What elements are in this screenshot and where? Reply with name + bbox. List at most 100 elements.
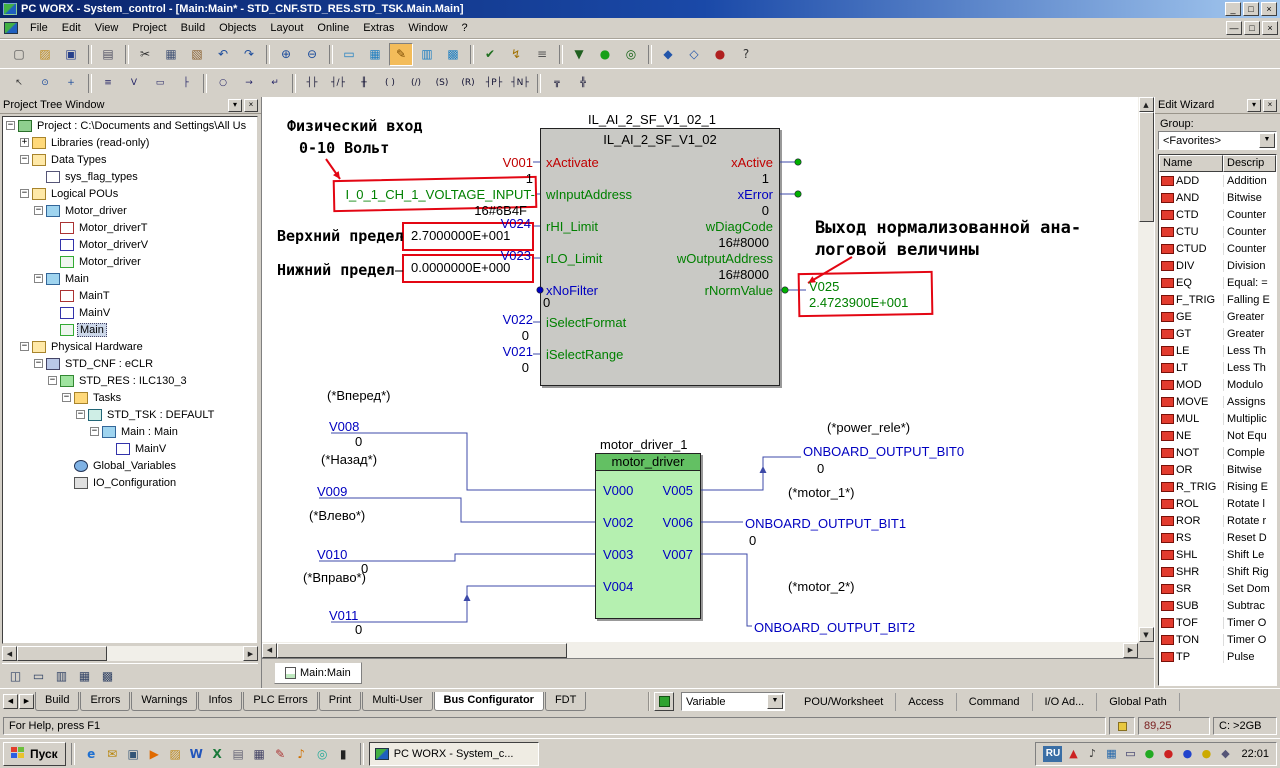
var-input-address[interactable]: I_0_1_CH_1_VOLTAGE_INPUT- [345, 187, 535, 202]
restore-button[interactable]: □ [1243, 2, 1259, 16]
tree-expander-icon[interactable]: − [6, 121, 15, 130]
value-V021[interactable]: 0 [522, 360, 529, 375]
menu-item[interactable]: Build [174, 20, 212, 36]
insert-variable-button[interactable]: V [122, 72, 146, 95]
scroll-up-button[interactable]: ▲ [1139, 97, 1154, 112]
quicklaunch-paint[interactable]: ✎ [271, 744, 290, 763]
quicklaunch-media-player[interactable]: ▶ [145, 744, 164, 763]
tree-node-label[interactable]: Logical POUs [49, 188, 120, 200]
fb-instance-name[interactable]: IL_AI_2_SF_V1_02_1 [588, 112, 716, 127]
ladder-coil-button[interactable]: ( ) [378, 72, 402, 95]
tree-view-datatypes-button[interactable]: ▦ [74, 666, 95, 686]
MUL[interactable]: MUL Multiplic [1159, 410, 1276, 427]
tree-node[interactable]: MainV [3, 304, 257, 321]
mdi-child-icon[interactable] [4, 22, 18, 34]
var-onboard-bit0[interactable]: ONBOARD_OUTPUT_BIT0 [803, 444, 964, 459]
quicklaunch-winamp[interactable]: ♪ [292, 744, 311, 763]
comment-forward[interactable]: (*Вперед*) [327, 388, 390, 403]
comment-power-rele[interactable]: (*power_rele*) [827, 420, 910, 435]
xref-tab[interactable]: Command [957, 693, 1033, 711]
scroll-left-button[interactable]: ◀ [2, 646, 17, 661]
NOT[interactable]: NOT Comple [1159, 444, 1276, 461]
menu-item[interactable]: Objects [212, 20, 263, 36]
tree-node-label[interactable]: sys_flag_types [63, 171, 140, 183]
fb-instance-name-motor[interactable]: motor_driver_1 [600, 437, 687, 452]
tree-node[interactable]: − STD_CNF : eCLR [3, 355, 257, 372]
TP[interactable]: TP Pulse [1159, 648, 1276, 665]
ladder-parallel-contact-button[interactable]: ╫ [352, 72, 376, 95]
SUB[interactable]: SUB Subtrac [1159, 597, 1276, 614]
var-V024[interactable]: V024 [501, 216, 531, 231]
tray-display-icon[interactable]: ▭ [1122, 746, 1138, 762]
breakpoint-button[interactable]: ● [708, 43, 732, 66]
ROL[interactable]: ROL Rotate l [1159, 495, 1276, 512]
quicklaunch-outlook[interactable]: ✉ [103, 744, 122, 763]
tree-node-label[interactable]: Motor_driver [77, 256, 143, 268]
annotation-voltage-range[interactable]: 0-10 Вольт [299, 141, 389, 156]
separator[interactable] [289, 72, 298, 95]
quicklaunch-internet-explorer[interactable]: e [82, 744, 101, 763]
NE[interactable]: NE Not Equ [1159, 427, 1276, 444]
SHR[interactable]: SHR Shift Rig [1159, 563, 1276, 580]
tree-node[interactable]: Motor_driverT [3, 219, 257, 236]
var-V022[interactable]: V022 [503, 312, 533, 327]
start-button[interactable]: Пуск [3, 742, 66, 766]
column-header-description[interactable]: Descrip [1223, 155, 1276, 172]
ladder-coil-negated-button[interactable]: (/) [404, 72, 428, 95]
language-indicator[interactable]: RU [1043, 746, 1062, 762]
tree-node-label[interactable]: MainV [77, 307, 112, 319]
message-tab[interactable]: Print [319, 692, 362, 711]
worksheet-tab-main[interactable]: Main:Main [274, 662, 362, 684]
CTU[interactable]: CTU Counter [1159, 223, 1276, 240]
tree-node-label[interactable]: Libraries (read-only) [49, 137, 151, 149]
toggle-negation-button[interactable]: ○ [211, 72, 235, 95]
scrollbar-thumb[interactable] [17, 646, 107, 661]
tree-node[interactable]: MainT [3, 287, 257, 304]
open-worksheet-button[interactable]: ▭ [337, 43, 361, 66]
tree-node-label[interactable]: Physical Hardware [49, 341, 145, 353]
R_TRIG[interactable]: R_TRIG Rising E [1159, 478, 1276, 495]
tabs-scroll-right-button[interactable]: ▶ [19, 694, 34, 709]
quicklaunch-cmd[interactable]: ▮ [334, 744, 353, 763]
tree-expander-icon[interactable]: − [34, 206, 43, 215]
xref-tab[interactable]: I/O Ad... [1033, 693, 1098, 711]
tree-node-label[interactable]: Project : C:\Documents and Settings\All … [35, 120, 248, 132]
tree-view-hardware-button[interactable]: ▭ [28, 666, 49, 686]
EQ[interactable]: EQ Equal: = [1159, 274, 1276, 291]
GE[interactable]: GE Greater [1159, 308, 1276, 325]
window-close-button[interactable]: × [1263, 99, 1277, 112]
tray-update-icon[interactable]: ● [1179, 746, 1195, 762]
tree-expander-icon[interactable]: + [20, 138, 29, 147]
annotation-output-line1[interactable]: Выход нормализованной ана- [815, 221, 1081, 236]
tree-view-all-button[interactable]: ▩ [97, 666, 118, 686]
tree-node[interactable]: MainV [3, 440, 257, 457]
var-onboard-bit1[interactable]: ONBOARD_OUTPUT_BIT1 [745, 516, 906, 531]
tree-node-label[interactable]: IO_Configuration [91, 477, 178, 489]
zoom-in-button[interactable]: ⊕ [274, 43, 298, 66]
value-V025[interactable]: 2.4723900E+001 [809, 295, 908, 310]
CTUD[interactable]: CTUD Counter [1159, 240, 1276, 257]
print-button[interactable]: ▤ [96, 43, 120, 66]
quicklaunch-calculator[interactable]: ▦ [250, 744, 269, 763]
message-tab[interactable]: Warnings [131, 692, 197, 711]
insert-jump-button[interactable]: → [237, 72, 261, 95]
message-tab[interactable]: Errors [80, 692, 130, 711]
message-tab[interactable]: Multi-User [362, 692, 432, 711]
tray-volume-icon[interactable]: ♪ [1084, 746, 1100, 762]
var-V008[interactable]: V008 [329, 419, 359, 434]
tree-node[interactable]: − Main [3, 270, 257, 287]
TOF[interactable]: TOF Timer O [1159, 614, 1276, 631]
MOD[interactable]: MOD Modulo [1159, 376, 1276, 393]
chevron-down-icon[interactable]: ▼ [767, 694, 783, 709]
separator[interactable] [467, 43, 476, 66]
tree-expander-icon[interactable]: − [90, 427, 99, 436]
F_TRIG[interactable]: F_TRIG Falling E [1159, 291, 1276, 308]
comment-left[interactable]: (*Влево*) [309, 508, 365, 523]
separator[interactable] [645, 43, 654, 66]
fb-block-il-ai-2-sf[interactable]: IL_AI_2_SF_V1_02 [540, 128, 780, 386]
tree-expander-icon[interactable]: − [20, 155, 29, 164]
tree-view-libraries-button[interactable]: ▥ [51, 666, 72, 686]
tree-node-label[interactable]: Global_Variables [91, 460, 178, 472]
annotation-output-line2[interactable]: логовой величины [815, 243, 979, 258]
tree-node[interactable]: − Tasks [3, 389, 257, 406]
